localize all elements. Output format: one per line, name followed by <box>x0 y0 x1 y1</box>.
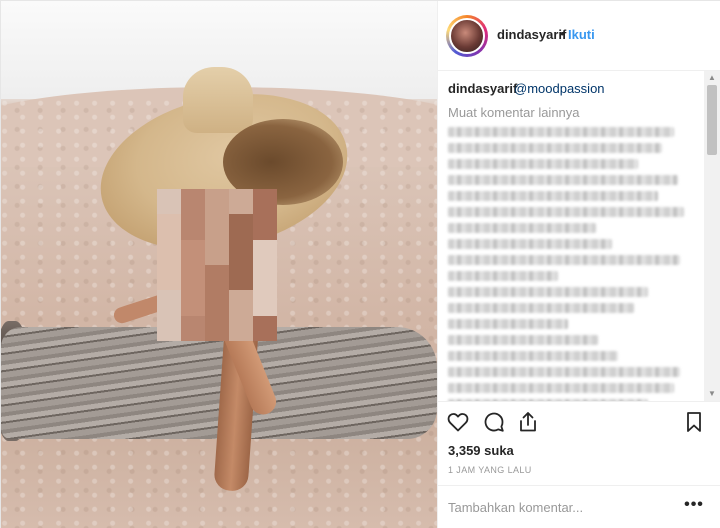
blurred-line <box>448 255 680 265</box>
blurred-line <box>448 127 674 137</box>
blurred-line <box>448 303 634 313</box>
pixel-tile <box>157 315 181 341</box>
follow-button[interactable]: Ikuti <box>568 27 595 42</box>
scrollbar-thumb[interactable] <box>707 85 717 155</box>
blurred-line <box>448 143 662 153</box>
blurred-line <box>448 367 680 377</box>
scroll-down-arrow-icon[interactable]: ▼ <box>704 387 720 401</box>
blurred-line <box>448 239 612 249</box>
pixel-tile <box>157 214 181 240</box>
pixel-tile <box>205 189 229 215</box>
pixel-tile <box>205 315 229 341</box>
pixel-tile <box>253 239 277 265</box>
header-username[interactable]: dindasyarif <box>497 27 566 42</box>
blurred-line <box>448 319 568 329</box>
censor-pixelation <box>157 189 277 341</box>
blurred-line <box>448 159 638 169</box>
avatar[interactable] <box>446 15 488 57</box>
pixel-tile <box>205 239 229 265</box>
blurred-caption-text <box>448 127 688 401</box>
blurred-line <box>448 191 658 201</box>
blurred-line <box>448 287 648 297</box>
pixel-tile <box>181 214 205 240</box>
load-more-comments[interactable]: Muat komentar lainnya <box>448 105 580 120</box>
caption-username[interactable]: dindasyarif <box>448 81 517 96</box>
pixel-tile <box>229 239 253 265</box>
save-button[interactable] <box>682 410 708 436</box>
photo-hat-crown <box>183 67 253 133</box>
pixel-tile <box>253 315 277 341</box>
blurred-line <box>448 351 618 361</box>
blurred-line <box>448 175 678 185</box>
post-header: dindasyarif • Ikuti <box>438 1 720 71</box>
post-photo[interactable] <box>1 1 437 528</box>
pixel-tile <box>253 189 277 215</box>
pixel-tile <box>181 265 205 291</box>
comment-button[interactable] <box>482 410 508 436</box>
pixel-tile <box>205 214 229 240</box>
post-timestamp[interactable]: 1 JAM YANG LALU <box>448 465 532 475</box>
pixel-tile <box>229 265 253 291</box>
caption-mention[interactable]: @moodpassion <box>514 81 605 96</box>
pixel-tile <box>229 214 253 240</box>
action-bar <box>438 401 720 441</box>
blurred-line <box>448 207 684 217</box>
instagram-post: dindasyarif • Ikuti dindasyarif @moodpas… <box>0 0 720 528</box>
pixel-tile <box>181 315 205 341</box>
pixel-tile <box>229 315 253 341</box>
pixel-tile <box>253 214 277 240</box>
blurred-line <box>448 335 598 345</box>
pixel-tile <box>253 290 277 316</box>
pixel-tile <box>181 239 205 265</box>
pixel-tile <box>157 265 181 291</box>
post-sidebar: dindasyarif • Ikuti dindasyarif @moodpas… <box>437 1 720 528</box>
add-comment-bar: ••• <box>438 485 720 528</box>
pixel-tile <box>253 265 277 291</box>
pixel-tile <box>181 290 205 316</box>
pixel-tile <box>157 239 181 265</box>
blurred-line <box>448 271 558 281</box>
pixel-tile <box>181 189 205 215</box>
pixel-tile <box>205 265 229 291</box>
share-button[interactable] <box>516 410 542 436</box>
comment-input[interactable] <box>448 494 668 520</box>
header-separator: • <box>560 26 565 41</box>
comments-scrollbar[interactable]: ▲ ▼ <box>704 71 720 401</box>
pixel-tile <box>229 290 253 316</box>
bookmark-icon <box>687 412 701 432</box>
blurred-line <box>448 223 596 233</box>
pixel-tile <box>157 290 181 316</box>
more-options-icon[interactable]: ••• <box>682 495 706 519</box>
comments-section: dindasyarif @moodpassion Muat komentar l… <box>438 71 720 401</box>
like-button[interactable] <box>446 410 472 436</box>
share-icon <box>520 412 536 432</box>
pixel-tile <box>205 290 229 316</box>
heart-icon <box>447 413 469 432</box>
pixel-tile <box>157 189 181 215</box>
comment-icon <box>484 412 504 432</box>
scroll-up-arrow-icon[interactable]: ▲ <box>704 71 720 85</box>
blurred-line <box>448 383 674 393</box>
avatar-image <box>449 18 485 54</box>
pixel-tile <box>229 189 253 215</box>
likes-count[interactable]: 3,359 suka <box>448 443 514 458</box>
